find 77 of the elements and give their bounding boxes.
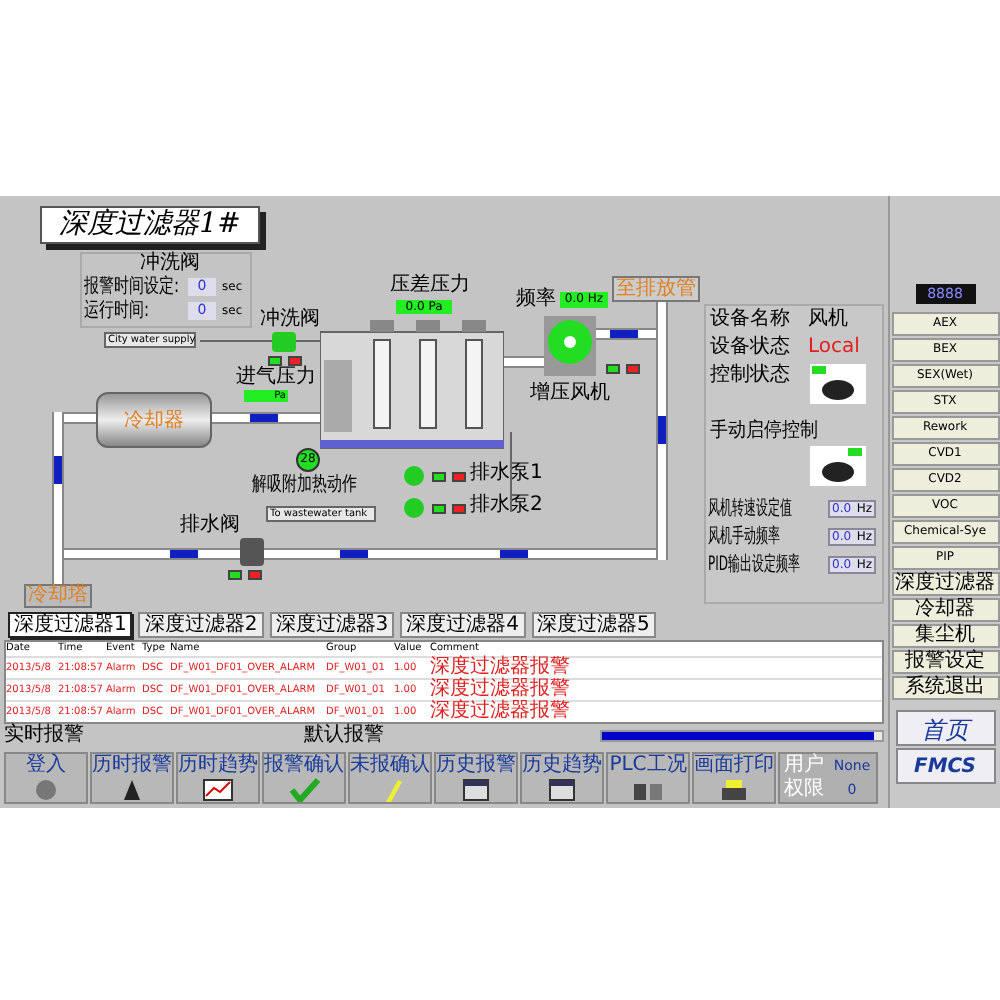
pipe	[504, 356, 544, 368]
fmcs-button[interactable]: FMCS	[895, 748, 995, 784]
user-label: 用户	[782, 756, 826, 776]
nav-button[interactable]: 冷却器	[891, 598, 999, 622]
fault-lamp	[452, 504, 466, 514]
toolbar-button[interactable]: 历时报警	[90, 752, 174, 804]
device-name: 风机	[808, 310, 848, 330]
filter-tab[interactable]: 深度过滤器1	[8, 612, 133, 638]
switch-icon[interactable]	[810, 446, 866, 486]
nav-button[interactable]: 报警设定	[891, 650, 999, 674]
setting-label: 风机手动频率	[708, 528, 780, 548]
filter-tab[interactable]: 深度过滤器5	[531, 612, 656, 638]
toolbar-button[interactable]: 画面打印	[692, 752, 776, 804]
window-icon	[546, 776, 578, 802]
run-lamp	[432, 504, 446, 514]
valve-icon	[272, 332, 296, 352]
pump-icon	[404, 498, 426, 518]
chart-icon	[202, 776, 234, 802]
field-label: 设备状态	[710, 338, 790, 358]
nav-button[interactable]: 系统退出	[891, 676, 999, 700]
valve-icon	[240, 538, 264, 566]
table-cell-text: 深度过滤器报警	[430, 658, 572, 678]
pressure-label: 进气压力	[236, 368, 316, 388]
device-status: Local	[808, 338, 860, 358]
toolbar-button[interactable]: PLC工况	[606, 752, 690, 804]
alarm-caption: 默认报警	[304, 726, 386, 746]
filter-tab[interactable]: 深度过滤器3	[269, 612, 395, 638]
run-lamp	[268, 356, 282, 366]
pipe-line	[510, 432, 512, 512]
pump-label: 排水泵1	[470, 464, 543, 484]
drain-label: 排水阀	[180, 516, 240, 536]
pump-icon	[404, 466, 426, 486]
setting-label: 运行时间:	[84, 302, 150, 322]
run-lamp	[432, 472, 446, 482]
title-box: 深度过滤器1#	[40, 206, 260, 244]
pump-label: 排水泵2	[470, 496, 543, 516]
fault-lamp	[626, 364, 640, 374]
fan-label: 增压风机	[530, 384, 610, 404]
valve-label: 冲洗阀	[260, 310, 320, 330]
toolbar-button[interactable]: 报警确认	[262, 752, 346, 804]
field-label: 手动启停控制	[710, 422, 818, 442]
toolbar-button[interactable]: 登入	[4, 752, 88, 804]
cooler-tank: 冷却器	[96, 392, 212, 448]
level-label: 权限	[782, 780, 826, 800]
fault-lamp	[248, 570, 262, 580]
nav-button[interactable]: 深度过滤器	[891, 572, 999, 596]
cooling-box: 冷却塔	[24, 584, 92, 608]
diff-pressure-label: 压差压力	[390, 276, 470, 296]
toolbar-button[interactable]: 历时趋势	[176, 752, 260, 804]
home-button[interactable]: 首页	[895, 710, 995, 746]
toolbar-button[interactable]: 历史趋势	[520, 752, 604, 804]
setting-label: PID输出设定频率	[708, 556, 801, 576]
fault-lamp	[452, 472, 466, 482]
table-cell-text: 深度过滤器报警	[430, 680, 572, 700]
heater-label: 解吸附加热动作	[252, 476, 357, 496]
exhaust-label: 至排放管	[612, 276, 700, 302]
setting-label: 风机转速设定值	[708, 500, 792, 520]
run-lamp	[228, 570, 242, 580]
panel-title: 冲洗阀	[140, 254, 200, 274]
fault-lamp	[288, 356, 302, 366]
fan-icon	[544, 316, 596, 376]
window-icon	[460, 776, 492, 802]
field-label: 控制状态	[710, 366, 790, 386]
filter-tab[interactable]: 深度过滤器2	[138, 612, 264, 638]
check-icon	[288, 776, 320, 802]
nav-button[interactable]: 集尘机	[891, 624, 999, 648]
toolbar-button[interactable]: 历史报警	[434, 752, 518, 804]
run-lamp	[606, 364, 620, 374]
table-cell-text: 深度过滤器报警	[430, 702, 572, 722]
printer-icon	[718, 776, 750, 802]
filter-tab[interactable]: 深度过滤器4	[400, 612, 525, 638]
setting-label: 报警时间设定:	[84, 278, 180, 298]
toolbar-button[interactable]: 未报确认	[348, 752, 432, 804]
alarm-caption: 实时报警	[4, 726, 86, 746]
field-label: 设备名称	[710, 310, 790, 330]
frequency-label: 频率	[516, 290, 556, 310]
switch-icon	[810, 364, 866, 404]
